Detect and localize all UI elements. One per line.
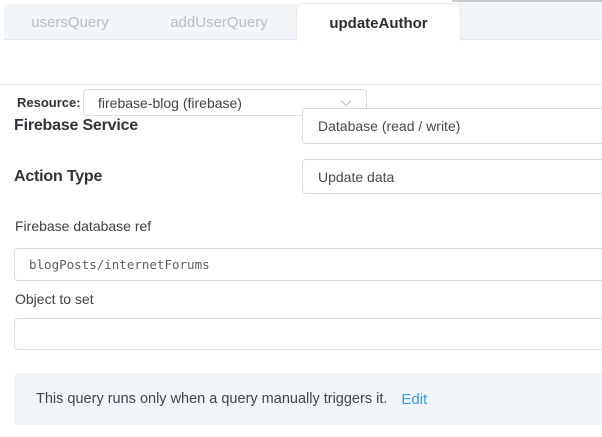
query-tab-bar: usersQuery addUserQuery updateAuthor — [4, 4, 602, 40]
action-type-select[interactable]: Update data — [302, 159, 602, 194]
resource-row: Resource: firebase-blog (firebase) — [0, 41, 602, 85]
object-to-set-input[interactable] — [14, 318, 602, 350]
tab-add-user-query[interactable]: addUserQuery — [149, 4, 289, 40]
edit-trigger-link[interactable]: Edit — [401, 391, 427, 408]
resource-select-value: firebase-blog (firebase) — [84, 95, 340, 111]
action-type-value: Update data — [303, 169, 394, 185]
database-ref-input[interactable]: blogPosts/internetForums — [14, 248, 602, 281]
panel-top-edge-fill — [457, 2, 602, 6]
firebase-service-select[interactable]: Database (read / write) — [302, 108, 602, 144]
run-trigger-message: This query runs only when a query manual… — [14, 391, 387, 407]
resource-label: Resource: — [17, 95, 81, 110]
database-ref-value: blogPosts/internetForums — [15, 257, 210, 272]
query-editor-panel: usersQuery addUserQuery updateAuthor Res… — [0, 0, 602, 437]
chevron-down-icon — [340, 99, 352, 107]
action-type-label: Action Type — [14, 168, 102, 186]
database-ref-label: Firebase database ref — [15, 218, 151, 234]
tab-update-author[interactable]: updateAuthor — [296, 3, 461, 42]
run-trigger-info-bar: This query runs only when a query manual… — [14, 373, 602, 425]
tab-users-query[interactable]: usersQuery — [14, 4, 126, 40]
firebase-service-label: Firebase Service — [14, 117, 138, 135]
firebase-service-value: Database (read / write) — [303, 118, 460, 134]
object-to-set-label: Object to set — [15, 291, 94, 307]
